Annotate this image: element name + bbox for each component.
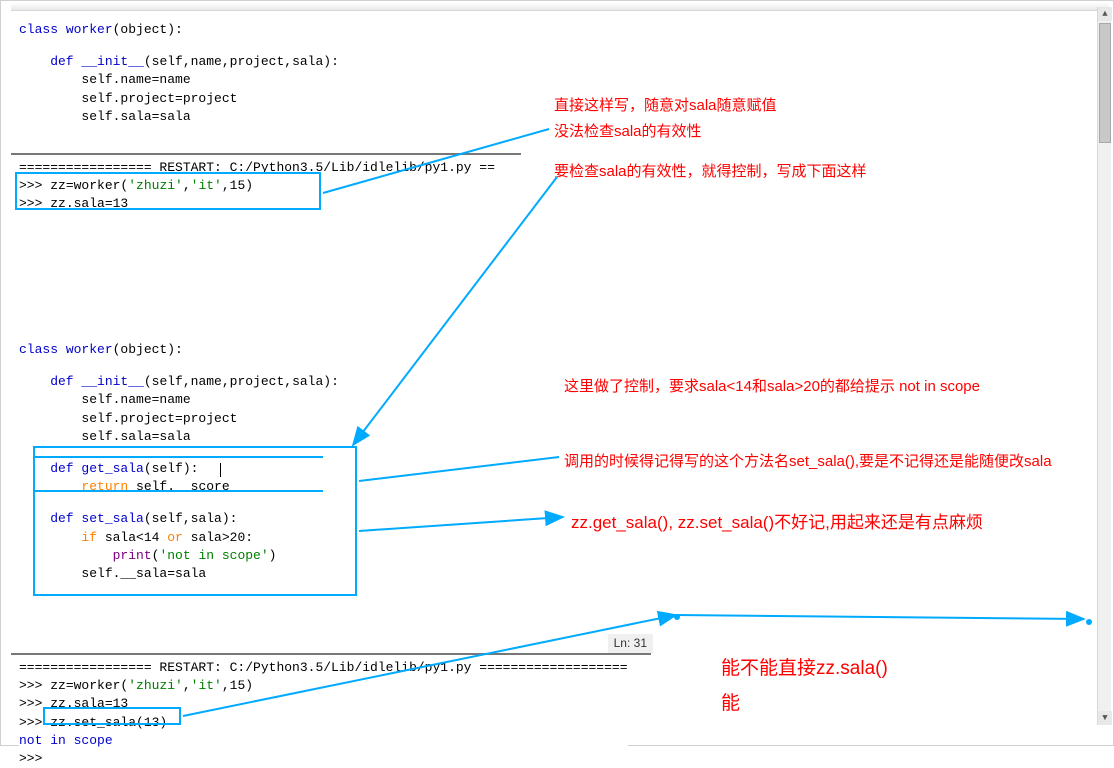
annotation-7: 能不能直接zz.sala() — [721, 656, 888, 683]
window-toolbar — [11, 3, 1109, 11]
scroll-down-arrow[interactable]: ▼ — [1098, 711, 1112, 725]
highlight-box-code2-getsala — [33, 456, 323, 492]
blue-dot — [1086, 619, 1092, 625]
code-panel-top: class worker(object): def __init__(self,… — [19, 21, 339, 126]
scroll-thumb[interactable] — [1099, 23, 1111, 143]
separator-bottom — [11, 653, 651, 655]
blue-dot — [674, 614, 680, 620]
annotation-8: 能 — [721, 691, 740, 718]
vertical-scrollbar[interactable]: ▲ ▼ — [1097, 7, 1111, 725]
annotation-5: 调用的时候得记得写的这个方法名set_sala(),要是不记得还是能随便改sal… — [564, 451, 1052, 472]
annotation-4: 这里做了控制，要求sala<14和sala>20的都给提示 not in sco… — [564, 376, 980, 397]
scroll-up-arrow[interactable]: ▲ — [1098, 7, 1112, 21]
annotation-1: 直接这样写，随意对sala随意赋值 — [554, 95, 777, 116]
separator-top — [11, 153, 521, 155]
annotation-3: 要检查sala的有效性，就得控制，写成下面这样 — [554, 161, 867, 182]
line-status: Ln: 31 — [608, 634, 653, 653]
highlight-box-setsala — [43, 707, 181, 725]
annotation-2: 没法检查sala的有效性 — [554, 121, 702, 142]
annotation-6: zz.get_sala(), zz.set_sala()不好记,用起来还是有点麻… — [571, 511, 983, 535]
text-cursor — [220, 463, 221, 477]
highlight-box-top — [15, 172, 321, 210]
